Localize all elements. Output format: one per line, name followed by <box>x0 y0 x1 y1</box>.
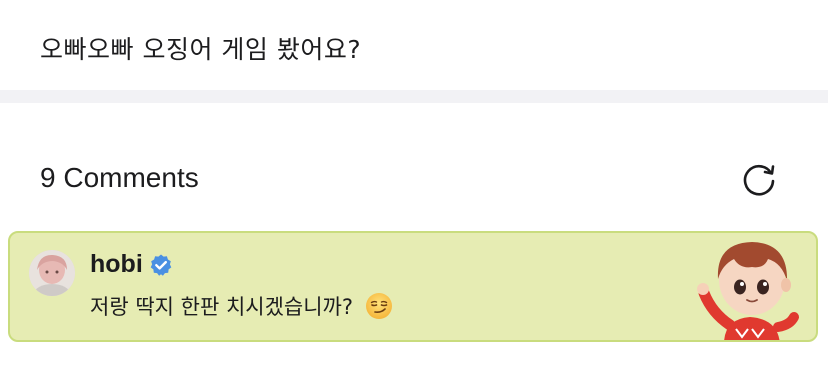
cartoon-character-sticker <box>697 242 799 340</box>
comments-count-header: 9 Comments <box>40 162 199 193</box>
smirk-face-emoji-icon <box>366 293 393 319</box>
section-divider <box>0 90 828 103</box>
author-name[interactable]: hobi <box>90 250 143 279</box>
comment-author: hobi <box>90 250 173 279</box>
comment-text-row: 저랑 딱지 한판 치시겠습니까? <box>90 291 393 321</box>
refresh-icon <box>743 164 775 196</box>
verified-badge-icon <box>150 254 172 276</box>
comment-text: 저랑 딱지 한판 치시겠습니까? <box>90 295 354 319</box>
comments-screen: 오빠오빠 오징어 게임 봤어요? 9 Comments hobi 저랑 딱지 한… <box>0 0 828 365</box>
comment-item-highlighted[interactable]: hobi 저랑 딱지 한판 치시겠습니까? <box>8 231 818 342</box>
refresh-button[interactable] <box>738 160 780 200</box>
post-text: 오빠오빠 오징어 게임 봤어요? <box>40 35 362 64</box>
avatar[interactable] <box>29 250 75 296</box>
